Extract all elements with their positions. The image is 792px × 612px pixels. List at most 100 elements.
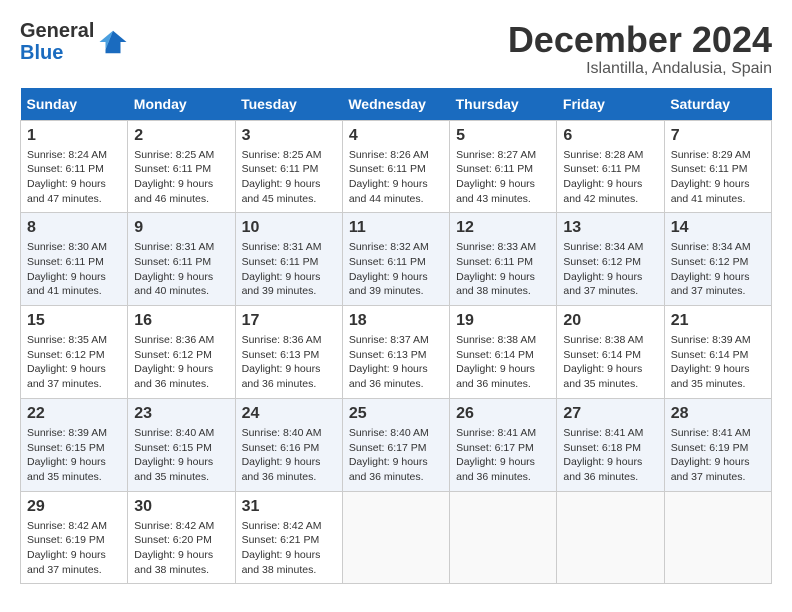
- location: Islantilla, Andalusia, Spain: [508, 60, 772, 78]
- day-number: 24: [242, 405, 336, 423]
- day-number: 25: [349, 405, 443, 423]
- day-number: 12: [456, 219, 550, 237]
- day-info: Sunrise: 8:36 AMSunset: 6:13 PMDaylight:…: [242, 334, 322, 390]
- day-cell: 11 Sunrise: 8:32 AMSunset: 6:11 PMDaylig…: [342, 213, 449, 306]
- day-cell: [557, 491, 664, 584]
- day-number: 16: [134, 312, 228, 330]
- day-cell: 20 Sunrise: 8:38 AMSunset: 6:14 PMDaylig…: [557, 306, 664, 399]
- day-info: Sunrise: 8:31 AMSunset: 6:11 PMDaylight:…: [242, 241, 322, 297]
- day-number: 21: [671, 312, 765, 330]
- day-cell: [450, 491, 557, 584]
- day-cell: 4 Sunrise: 8:26 AMSunset: 6:11 PMDayligh…: [342, 120, 449, 213]
- day-info: Sunrise: 8:41 AMSunset: 6:18 PMDaylight:…: [563, 427, 643, 483]
- day-number: 14: [671, 219, 765, 237]
- day-number: 7: [671, 127, 765, 145]
- day-cell: 27 Sunrise: 8:41 AMSunset: 6:18 PMDaylig…: [557, 398, 664, 491]
- day-cell: 24 Sunrise: 8:40 AMSunset: 6:16 PMDaylig…: [235, 398, 342, 491]
- header-friday: Friday: [557, 88, 664, 121]
- day-cell: 1 Sunrise: 8:24 AMSunset: 6:11 PMDayligh…: [21, 120, 128, 213]
- day-number: 29: [27, 498, 121, 516]
- day-number: 4: [349, 127, 443, 145]
- week-row-2: 8 Sunrise: 8:30 AMSunset: 6:11 PMDayligh…: [21, 213, 772, 306]
- day-cell: 8 Sunrise: 8:30 AMSunset: 6:11 PMDayligh…: [21, 213, 128, 306]
- day-info: Sunrise: 8:40 AMSunset: 6:15 PMDaylight:…: [134, 427, 214, 483]
- day-number: 22: [27, 405, 121, 423]
- day-info: Sunrise: 8:41 AMSunset: 6:17 PMDaylight:…: [456, 427, 536, 483]
- header-wednesday: Wednesday: [342, 88, 449, 121]
- day-number: 23: [134, 405, 228, 423]
- day-number: 9: [134, 219, 228, 237]
- day-cell: 19 Sunrise: 8:38 AMSunset: 6:14 PMDaylig…: [450, 306, 557, 399]
- day-number: 13: [563, 219, 657, 237]
- day-info: Sunrise: 8:40 AMSunset: 6:16 PMDaylight:…: [242, 427, 322, 483]
- logo-blue: Blue: [20, 42, 94, 64]
- day-number: 19: [456, 312, 550, 330]
- day-cell: 28 Sunrise: 8:41 AMSunset: 6:19 PMDaylig…: [664, 398, 771, 491]
- header-saturday: Saturday: [664, 88, 771, 121]
- day-info: Sunrise: 8:33 AMSunset: 6:11 PMDaylight:…: [456, 241, 536, 297]
- logo: General Blue: [20, 20, 128, 64]
- day-cell: 7 Sunrise: 8:29 AMSunset: 6:11 PMDayligh…: [664, 120, 771, 213]
- day-cell: 30 Sunrise: 8:42 AMSunset: 6:20 PMDaylig…: [128, 491, 235, 584]
- day-cell: 31 Sunrise: 8:42 AMSunset: 6:21 PMDaylig…: [235, 491, 342, 584]
- day-info: Sunrise: 8:34 AMSunset: 6:12 PMDaylight:…: [671, 241, 751, 297]
- day-cell: 5 Sunrise: 8:27 AMSunset: 6:11 PMDayligh…: [450, 120, 557, 213]
- title-section: December 2024 Islantilla, Andalusia, Spa…: [508, 20, 772, 78]
- day-info: Sunrise: 8:24 AMSunset: 6:11 PMDaylight:…: [27, 149, 107, 205]
- logo-icon: [98, 27, 128, 57]
- day-number: 5: [456, 127, 550, 145]
- day-cell: 10 Sunrise: 8:31 AMSunset: 6:11 PMDaylig…: [235, 213, 342, 306]
- day-cell: 29 Sunrise: 8:42 AMSunset: 6:19 PMDaylig…: [21, 491, 128, 584]
- day-cell: 3 Sunrise: 8:25 AMSunset: 6:11 PMDayligh…: [235, 120, 342, 213]
- week-row-1: 1 Sunrise: 8:24 AMSunset: 6:11 PMDayligh…: [21, 120, 772, 213]
- day-cell: 13 Sunrise: 8:34 AMSunset: 6:12 PMDaylig…: [557, 213, 664, 306]
- day-cell: 23 Sunrise: 8:40 AMSunset: 6:15 PMDaylig…: [128, 398, 235, 491]
- day-cell: 6 Sunrise: 8:28 AMSunset: 6:11 PMDayligh…: [557, 120, 664, 213]
- day-info: Sunrise: 8:39 AMSunset: 6:15 PMDaylight:…: [27, 427, 107, 483]
- day-info: Sunrise: 8:40 AMSunset: 6:17 PMDaylight:…: [349, 427, 429, 483]
- day-cell: 18 Sunrise: 8:37 AMSunset: 6:13 PMDaylig…: [342, 306, 449, 399]
- day-info: Sunrise: 8:41 AMSunset: 6:19 PMDaylight:…: [671, 427, 751, 483]
- day-cell: 12 Sunrise: 8:33 AMSunset: 6:11 PMDaylig…: [450, 213, 557, 306]
- header-monday: Monday: [128, 88, 235, 121]
- day-info: Sunrise: 8:42 AMSunset: 6:19 PMDaylight:…: [27, 520, 107, 576]
- day-cell: 26 Sunrise: 8:41 AMSunset: 6:17 PMDaylig…: [450, 398, 557, 491]
- day-cell: 14 Sunrise: 8:34 AMSunset: 6:12 PMDaylig…: [664, 213, 771, 306]
- day-cell: [342, 491, 449, 584]
- logo-text: General Blue: [20, 20, 94, 64]
- day-info: Sunrise: 8:32 AMSunset: 6:11 PMDaylight:…: [349, 241, 429, 297]
- day-number: 26: [456, 405, 550, 423]
- week-row-3: 15 Sunrise: 8:35 AMSunset: 6:12 PMDaylig…: [21, 306, 772, 399]
- day-info: Sunrise: 8:30 AMSunset: 6:11 PMDaylight:…: [27, 241, 107, 297]
- day-number: 1: [27, 127, 121, 145]
- day-info: Sunrise: 8:38 AMSunset: 6:14 PMDaylight:…: [456, 334, 536, 390]
- day-info: Sunrise: 8:34 AMSunset: 6:12 PMDaylight:…: [563, 241, 643, 297]
- day-cell: 15 Sunrise: 8:35 AMSunset: 6:12 PMDaylig…: [21, 306, 128, 399]
- day-number: 30: [134, 498, 228, 516]
- day-number: 3: [242, 127, 336, 145]
- day-cell: 17 Sunrise: 8:36 AMSunset: 6:13 PMDaylig…: [235, 306, 342, 399]
- day-info: Sunrise: 8:39 AMSunset: 6:14 PMDaylight:…: [671, 334, 751, 390]
- day-cell: 21 Sunrise: 8:39 AMSunset: 6:14 PMDaylig…: [664, 306, 771, 399]
- day-info: Sunrise: 8:31 AMSunset: 6:11 PMDaylight:…: [134, 241, 214, 297]
- day-number: 15: [27, 312, 121, 330]
- header-sunday: Sunday: [21, 88, 128, 121]
- day-number: 17: [242, 312, 336, 330]
- day-info: Sunrise: 8:37 AMSunset: 6:13 PMDaylight:…: [349, 334, 429, 390]
- day-number: 2: [134, 127, 228, 145]
- day-number: 20: [563, 312, 657, 330]
- day-cell: 25 Sunrise: 8:40 AMSunset: 6:17 PMDaylig…: [342, 398, 449, 491]
- header-thursday: Thursday: [450, 88, 557, 121]
- day-info: Sunrise: 8:25 AMSunset: 6:11 PMDaylight:…: [134, 149, 214, 205]
- day-info: Sunrise: 8:42 AMSunset: 6:21 PMDaylight:…: [242, 520, 322, 576]
- header-tuesday: Tuesday: [235, 88, 342, 121]
- page-header: General Blue December 2024 Islantilla, A…: [20, 20, 772, 78]
- day-number: 31: [242, 498, 336, 516]
- day-info: Sunrise: 8:26 AMSunset: 6:11 PMDaylight:…: [349, 149, 429, 205]
- day-info: Sunrise: 8:35 AMSunset: 6:12 PMDaylight:…: [27, 334, 107, 390]
- day-info: Sunrise: 8:25 AMSunset: 6:11 PMDaylight:…: [242, 149, 322, 205]
- day-number: 18: [349, 312, 443, 330]
- day-cell: [664, 491, 771, 584]
- day-cell: 16 Sunrise: 8:36 AMSunset: 6:12 PMDaylig…: [128, 306, 235, 399]
- day-number: 28: [671, 405, 765, 423]
